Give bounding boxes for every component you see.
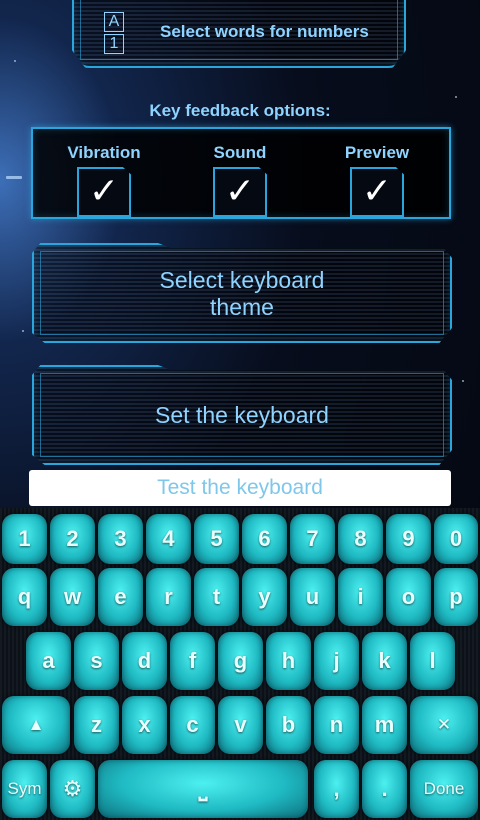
sound-label: Sound [213, 143, 267, 162]
key-3[interactable]: 3 [98, 514, 143, 564]
shift-key[interactable]: ▲ [2, 696, 70, 754]
sound-option[interactable]: Sound ✓ [200, 143, 280, 217]
letters-numbers-icon: A 1 [104, 12, 124, 56]
keyboard: 1 2 3 4 5 6 7 8 9 0 q w e r t y u i o p … [0, 508, 480, 820]
key-t[interactable]: t [194, 568, 239, 626]
key-e[interactable]: e [98, 568, 143, 626]
select-theme-label-line2: theme [210, 294, 274, 320]
key-1[interactable]: 1 [2, 514, 47, 564]
icon-letter: A [104, 12, 124, 32]
key-h[interactable]: h [266, 632, 311, 690]
select-theme-label-line1: Select keyboard [159, 267, 325, 293]
key-4[interactable]: 4 [146, 514, 191, 564]
key-5[interactable]: 5 [194, 514, 239, 564]
select-theme-button[interactable]: Select keyboard theme [32, 243, 452, 343]
space-icon: ⎵ [198, 776, 208, 801]
background-star [6, 176, 22, 179]
background-star [462, 380, 464, 382]
settings-key[interactable]: ⚙ [50, 760, 95, 818]
feedback-options-panel: Vibration ✓ Sound ✓ Preview ✓ [31, 127, 451, 219]
set-keyboard-label: Set the keyboard [155, 402, 329, 428]
vibration-checkbox[interactable]: ✓ [77, 167, 131, 217]
key-q[interactable]: q [2, 568, 47, 626]
key-g[interactable]: g [218, 632, 263, 690]
key-0[interactable]: 0 [434, 514, 478, 564]
key-7[interactable]: 7 [290, 514, 335, 564]
key-6[interactable]: 6 [242, 514, 287, 564]
space-key[interactable]: ⎵ [98, 760, 308, 818]
background-star [22, 330, 24, 332]
key-k[interactable]: k [362, 632, 407, 690]
vibration-label: Vibration [67, 143, 141, 162]
select-words-label: Select words for numbers [160, 22, 369, 41]
select-words-button[interactable]: A 1 Select words for numbers [72, 0, 406, 68]
background-star [14, 60, 16, 62]
key-z[interactable]: z [74, 696, 119, 754]
key-d[interactable]: d [122, 632, 167, 690]
key-u[interactable]: u [290, 568, 335, 626]
period-key[interactable]: . [362, 760, 407, 818]
icon-number: 1 [104, 34, 124, 54]
backspace-icon: ✕ [436, 715, 452, 734]
key-n[interactable]: n [314, 696, 359, 754]
key-y[interactable]: y [242, 568, 287, 626]
check-icon: ✓ [361, 170, 393, 211]
key-o[interactable]: o [386, 568, 431, 626]
key-a[interactable]: a [26, 632, 71, 690]
key-j[interactable]: j [314, 632, 359, 690]
preview-label: Preview [344, 143, 410, 162]
key-w[interactable]: w [50, 568, 95, 626]
test-keyboard-input[interactable] [29, 470, 451, 506]
preview-checkbox[interactable]: ✓ [350, 167, 404, 217]
check-icon: ✓ [224, 170, 256, 211]
key-l[interactable]: l [410, 632, 455, 690]
sound-checkbox[interactable]: ✓ [213, 167, 267, 217]
done-key[interactable]: Done [410, 760, 478, 818]
key-s[interactable]: s [74, 632, 119, 690]
vibration-option[interactable]: Vibration ✓ [64, 143, 144, 217]
key-v[interactable]: v [218, 696, 263, 754]
key-f[interactable]: f [170, 632, 215, 690]
preview-option[interactable]: Preview ✓ [337, 143, 417, 217]
feedback-title: Key feedback options: [149, 101, 331, 120]
key-b[interactable]: b [266, 696, 311, 754]
key-8[interactable]: 8 [338, 514, 383, 564]
key-x[interactable]: x [122, 696, 167, 754]
key-p[interactable]: p [434, 568, 478, 626]
set-keyboard-button[interactable]: Set the keyboard [32, 365, 452, 465]
backspace-key[interactable]: ✕ [410, 696, 478, 754]
check-icon: ✓ [88, 170, 120, 211]
shift-icon: ▲ [27, 715, 45, 734]
gear-icon: ⚙ [62, 776, 83, 801]
sym-key[interactable]: Sym [2, 760, 47, 818]
key-2[interactable]: 2 [50, 514, 95, 564]
key-c[interactable]: c [170, 696, 215, 754]
background-star [455, 96, 457, 98]
key-r[interactable]: r [146, 568, 191, 626]
key-m[interactable]: m [362, 696, 407, 754]
key-i[interactable]: i [338, 568, 383, 626]
key-9[interactable]: 9 [386, 514, 431, 564]
comma-key[interactable]: , [314, 760, 359, 818]
